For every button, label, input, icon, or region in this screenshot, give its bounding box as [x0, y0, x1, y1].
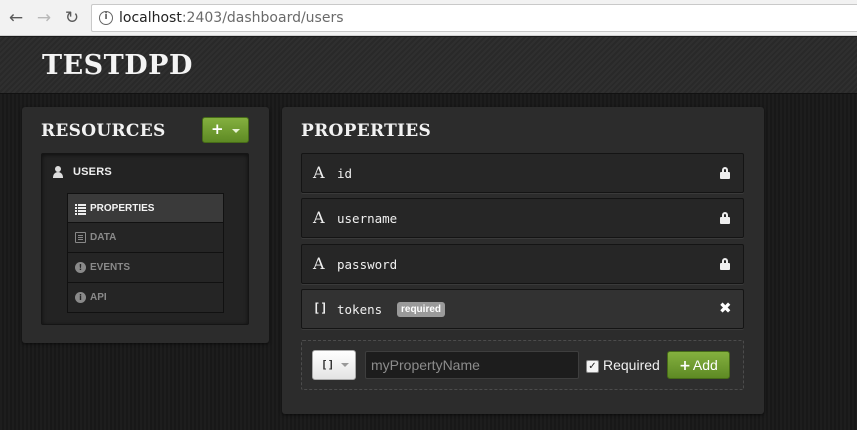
resources-panel: RESOURCES + USERS PROPERTIES DATA ! EVEN…: [22, 107, 269, 343]
property-name: password: [337, 257, 398, 272]
string-type-icon: A: [313, 208, 325, 227]
user-icon: [52, 166, 64, 178]
add-property-button[interactable]: + Add: [667, 351, 730, 379]
required-checkbox[interactable]: ✓: [586, 360, 599, 373]
plus-icon: +: [211, 120, 224, 138]
subnav-label: PROPERTIES: [90, 203, 155, 214]
subnav-item-properties[interactable]: PROPERTIES: [67, 193, 224, 223]
add-resource-button[interactable]: +: [202, 117, 249, 143]
resources-title: RESOURCES: [41, 121, 166, 141]
url-text[interactable]: localhost:2403/dashboard/users: [119, 10, 344, 26]
required-badge: required: [397, 302, 446, 317]
caret-down-icon: [341, 363, 349, 367]
lock-icon: [720, 258, 730, 270]
document-icon: [75, 232, 86, 243]
required-label[interactable]: Required: [603, 357, 660, 373]
brand-logo[interactable]: TESTDPD: [42, 50, 193, 81]
lock-icon: [720, 212, 730, 224]
property-name: id: [337, 166, 353, 181]
plus-icon: +: [679, 358, 691, 374]
properties-panel: PROPERTIES A id A username A password []…: [282, 107, 764, 414]
remove-property-icon[interactable]: ✖: [719, 299, 732, 317]
string-type-icon: A: [313, 254, 325, 273]
property-row[interactable]: A id: [301, 153, 744, 193]
lock-icon: [720, 167, 730, 179]
caret-down-icon: [232, 129, 240, 133]
site-info-icon[interactable]: i: [99, 11, 113, 25]
reload-icon[interactable]: ↻: [62, 8, 82, 28]
property-type-select[interactable]: []: [312, 350, 356, 380]
subnav-label: API: [90, 292, 107, 303]
subnav-item-events[interactable]: ! EVENTS: [67, 253, 224, 283]
back-arrow-icon[interactable]: ←: [6, 8, 26, 28]
property-type-value: []: [321, 358, 335, 371]
property-row[interactable]: A username: [301, 198, 744, 238]
list-icon: [75, 203, 86, 215]
subnav-label: DATA: [90, 232, 117, 243]
property-name: tokens: [337, 302, 383, 317]
property-name: username: [337, 211, 398, 226]
array-type-icon: []: [313, 301, 328, 315]
url-path: :2403/dashboard/users: [181, 10, 344, 26]
properties-title: PROPERTIES: [301, 121, 432, 141]
exclamation-icon: !: [75, 262, 86, 273]
property-row[interactable]: [] tokens required ✖: [301, 289, 744, 329]
resource-users-label: USERS: [73, 166, 112, 178]
resource-tree: USERS PROPERTIES DATA ! EVENTS i API: [41, 153, 249, 325]
url-host: localhost: [119, 10, 182, 26]
new-property-form: [] ✓ Required +Add: [301, 340, 744, 390]
property-row[interactable]: A password: [301, 244, 744, 284]
forward-arrow-icon[interactable]: →: [34, 8, 54, 28]
app-header: TESTDPD: [0, 37, 857, 94]
browser-toolbar: ← → ↻ i localhost:2403/dashboard/users: [0, 0, 857, 36]
address-bar[interactable]: i localhost:2403/dashboard/users: [91, 4, 857, 32]
resource-subnav: PROPERTIES DATA ! EVENTS i API: [67, 193, 224, 313]
subnav-item-api[interactable]: i API: [67, 283, 224, 313]
subnav-label: EVENTS: [90, 262, 131, 273]
string-type-icon: A: [313, 163, 325, 182]
info-icon: i: [75, 292, 86, 303]
add-property-label: Add: [692, 357, 718, 373]
subnav-item-data[interactable]: DATA: [67, 223, 224, 253]
property-name-input[interactable]: [365, 351, 579, 379]
